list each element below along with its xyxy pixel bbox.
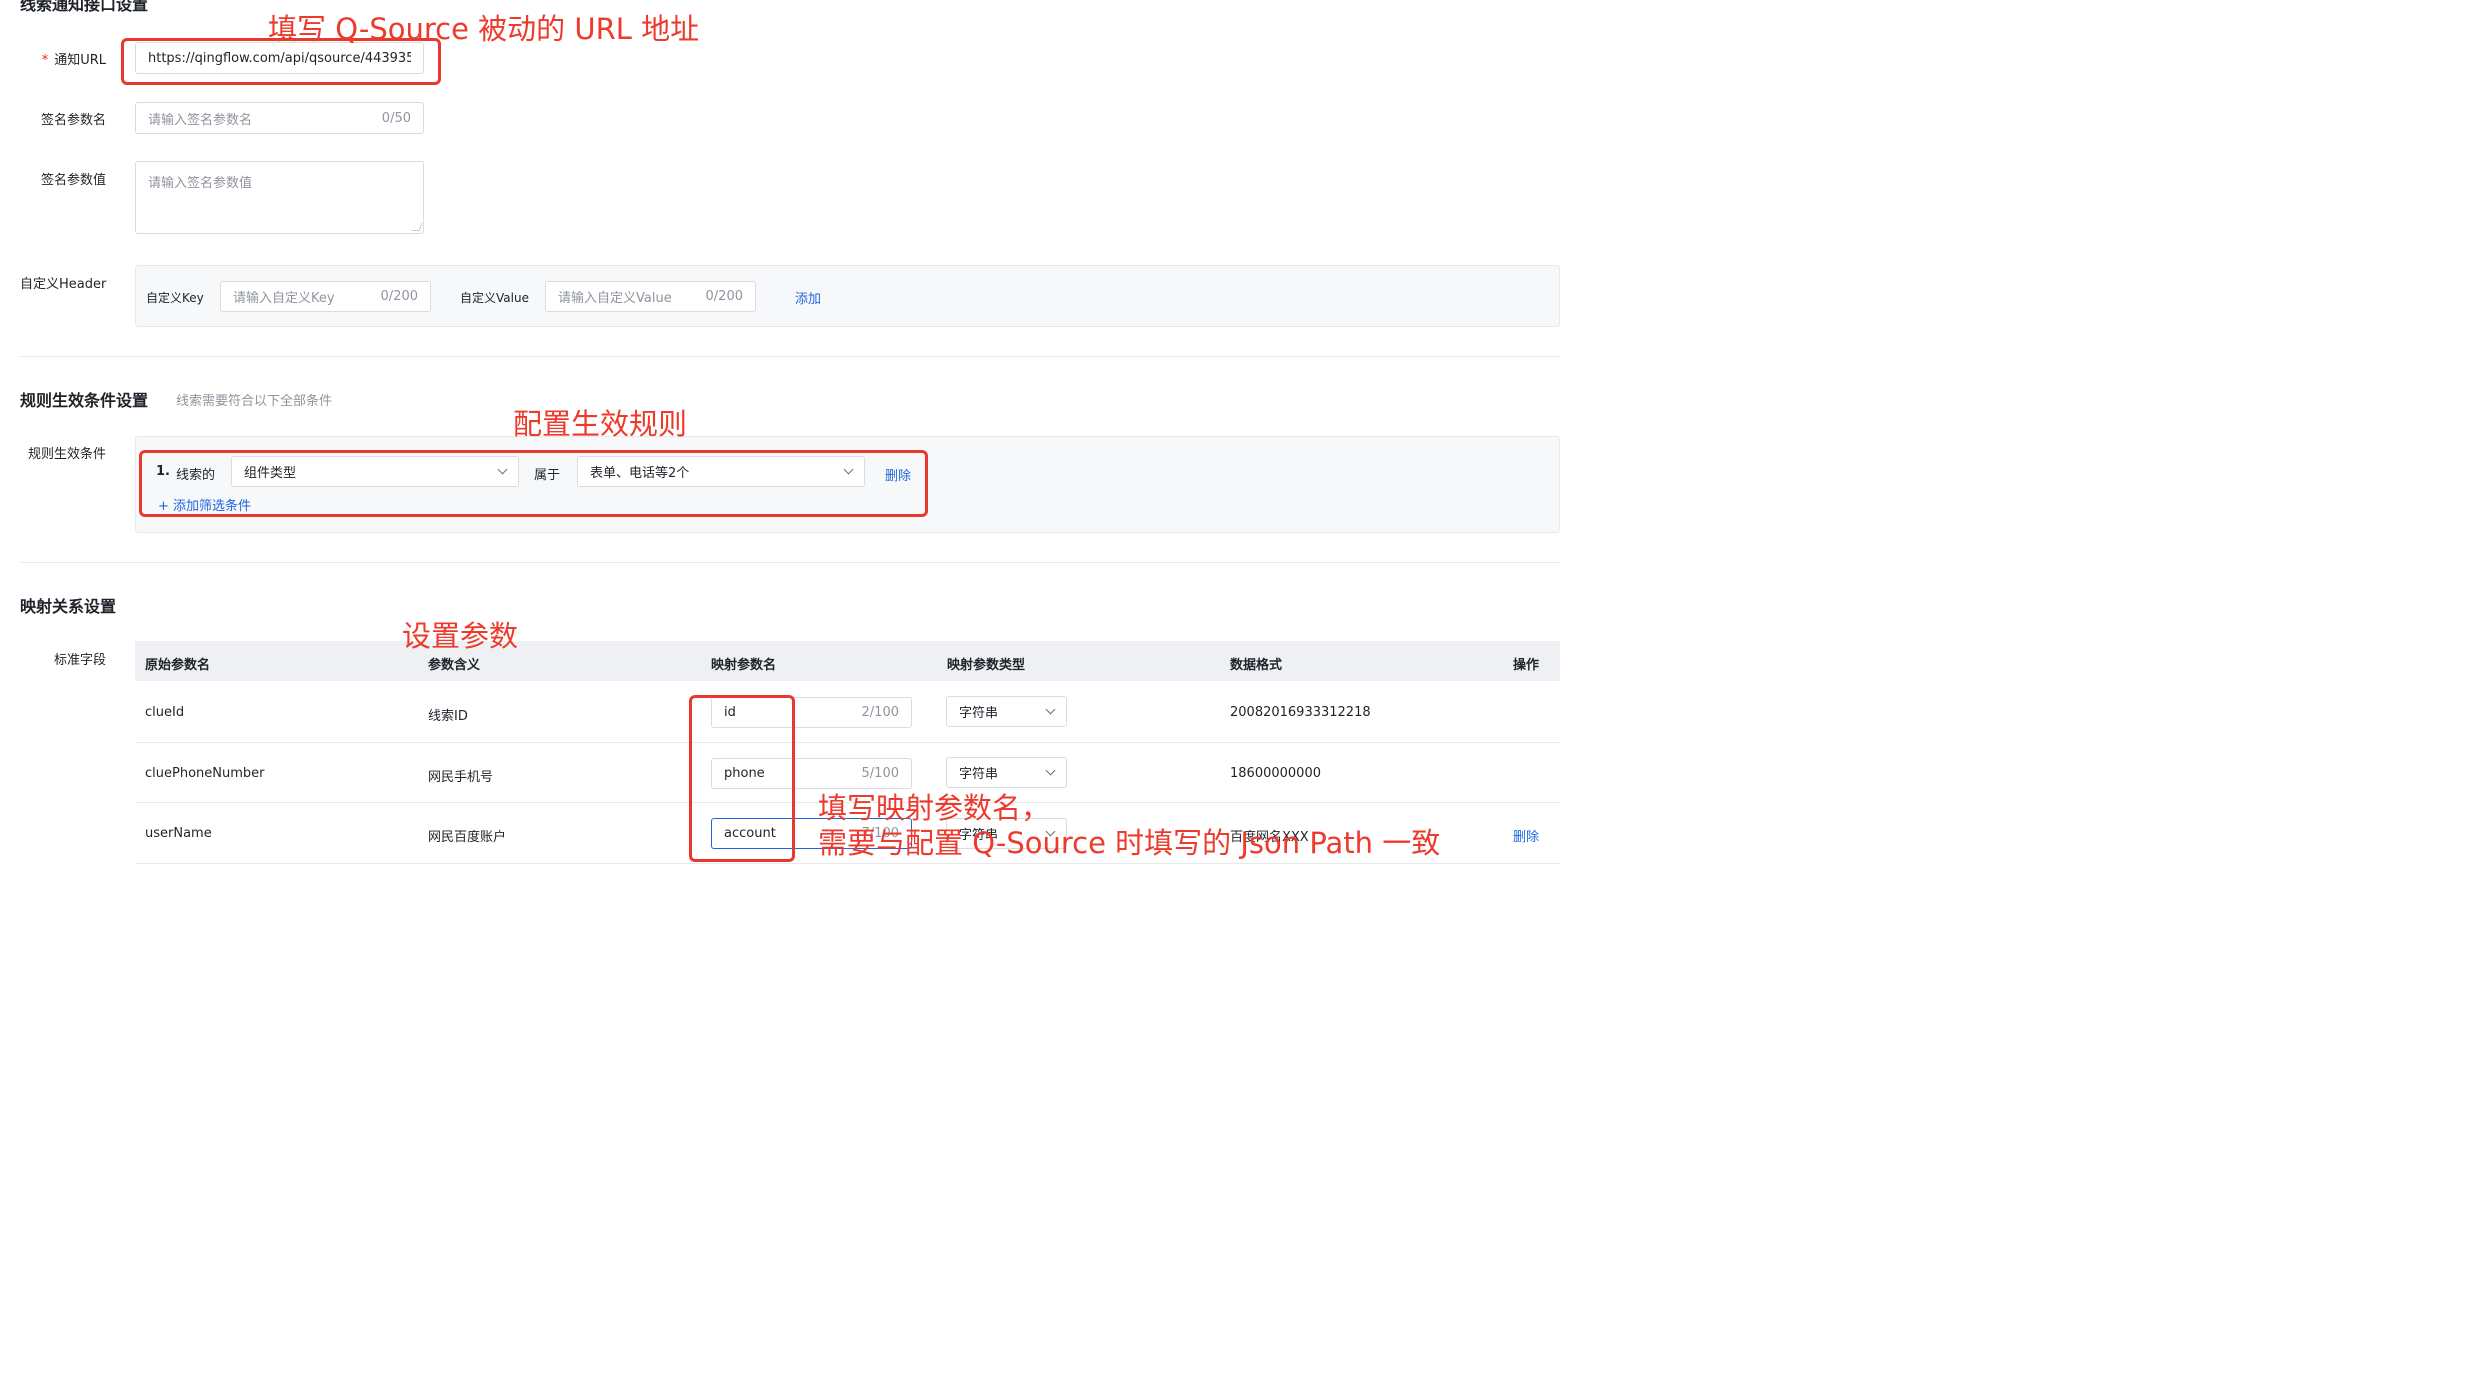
condition-label: 规则生效条件 <box>27 447 106 462</box>
row-format: 20082016933312218 <box>1230 705 1371 720</box>
sign-value-placeholder: 请输入签名参数值 <box>148 176 253 191</box>
annotation-box-rule <box>139 450 928 517</box>
sign-name-input[interactable]: 请输入签名参数名 0/50 <box>135 102 424 134</box>
annotation-box-mapping <box>689 695 795 862</box>
divider <box>20 356 1560 357</box>
row-format: 18600000000 <box>1230 766 1321 781</box>
sign-name-count: 0/50 <box>381 110 411 126</box>
value-count: 0/200 <box>705 289 743 304</box>
sign-value-textarea[interactable]: 请输入签名参数值 <box>135 161 424 234</box>
col-header: 数据格式 <box>1230 658 1283 673</box>
value-placeholder: 请输入自定义Value <box>558 291 672 306</box>
row-meaning: 线索ID <box>428 709 468 724</box>
add-header-link[interactable]: 添加 <box>795 288 821 307</box>
rule-section-title: 规则生效条件设置 <box>20 391 149 410</box>
delete-row-link[interactable]: 删除 <box>1513 826 1539 845</box>
chevron-down-icon <box>1045 765 1056 776</box>
mapped-type-select[interactable]: 字符串 <box>946 696 1067 727</box>
annotation-param-note: 设置参数 <box>402 619 519 653</box>
mapping-section-title: 映射关系设置 <box>20 597 117 616</box>
std-field-label: 标准字段 <box>53 653 106 668</box>
value-input[interactable]: 请输入自定义Value 0/200 <box>545 281 756 312</box>
col-header: 操作 <box>1513 658 1540 673</box>
url-label-text: 通知URL <box>54 53 106 68</box>
sign-name-placeholder: 请输入签名参数名 <box>148 112 253 128</box>
annotation-url-note: 填写 Q-Source 被动的 URL 地址 <box>268 12 700 46</box>
row-divider <box>135 863 1560 864</box>
annotation-rule-note: 配置生效规则 <box>513 407 688 441</box>
rule-section-hint: 线索需要符合以下全部条件 <box>176 394 333 409</box>
row-param: cluePhoneNumber <box>145 766 265 781</box>
value-label: 自定义Value <box>460 291 529 305</box>
mapped-name-count: 2/100 <box>861 705 899 720</box>
notify-section-title: 线索通知接口设置 <box>20 0 149 14</box>
chevron-down-icon <box>1045 704 1056 715</box>
required-mark: * <box>41 53 49 68</box>
divider <box>20 562 1560 563</box>
col-header: 映射参数名 <box>711 658 777 673</box>
row-meaning: 网民手机号 <box>428 770 494 785</box>
sign-name-label: 签名参数名 <box>40 113 106 128</box>
col-header: 原始参数名 <box>145 658 211 673</box>
annotation-mapping-note-2: 需要与配置 Q-Source 时填写的 Json Path 一致 <box>818 826 1441 860</box>
sign-value-label: 签名参数值 <box>40 173 106 188</box>
table-header <box>135 641 1560 681</box>
mapped-type-value: 字符串 <box>959 706 999 721</box>
row-param: clueId <box>145 705 185 720</box>
key-placeholder: 请输入自定义Key <box>233 291 335 306</box>
key-label: 自定义Key <box>146 291 204 305</box>
mapped-type-select[interactable]: 字符串 <box>946 757 1067 788</box>
col-header: 参数含义 <box>428 658 481 673</box>
url-label: * 通知URL <box>20 49 106 68</box>
row-param: userName <box>145 826 212 841</box>
col-header: 映射参数类型 <box>947 658 1026 673</box>
mapped-type-value: 字符串 <box>959 767 999 782</box>
header-label: 自定义Header <box>20 277 107 292</box>
row-meaning: 网民百度账户 <box>428 830 507 845</box>
key-input[interactable]: 请输入自定义Key 0/200 <box>220 281 431 312</box>
row-divider <box>135 742 1560 743</box>
resize-handle-icon[interactable] <box>411 223 423 231</box>
mapped-name-count: 5/100 <box>861 766 899 781</box>
key-count: 0/200 <box>380 289 418 304</box>
